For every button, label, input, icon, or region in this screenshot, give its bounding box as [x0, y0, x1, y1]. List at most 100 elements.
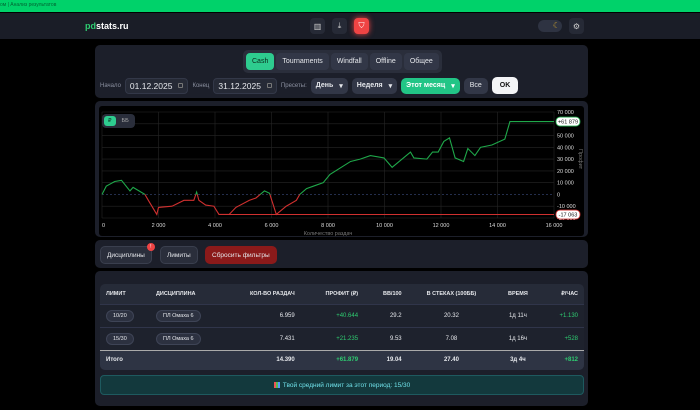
stats-button[interactable]: ▥: [310, 18, 325, 34]
limits-button[interactable]: Лимиты: [160, 246, 198, 264]
col-stacks: В СТЕКАХ (100ББ): [426, 290, 477, 297]
profit-chart: 70 00060 00050 00040 00030 00020 00010 0…: [99, 106, 584, 237]
bb100-cell: 9.53: [364, 326, 408, 350]
tab-cash[interactable]: Cash: [246, 53, 275, 70]
average-limit-text: Твой средний лимит за этот период: 15/30: [282, 381, 411, 389]
start-label: Начало: [100, 82, 121, 89]
end-label: Конец: [192, 82, 210, 89]
preset-week-select[interactable]: Неделя ▾: [351, 77, 398, 94]
y-tick-label: -10 000: [557, 204, 576, 210]
table-row[interactable]: 15/30 ПЛ Омаха 6 7.431 +21.235 9.53 7.08…: [100, 326, 584, 350]
y-tick-label: 10 000: [557, 181, 574, 187]
end-date-input[interactable]: 31.12.2025: [213, 77, 277, 94]
col-profit: ПРОФИТ (₽): [325, 290, 359, 297]
tab-windfall[interactable]: Windfall: [330, 53, 368, 70]
admin-button[interactable]: ⛉: [354, 18, 369, 34]
calendar-icon: [178, 83, 184, 88]
disciplines-button[interactable]: Дисциплины !: [100, 243, 155, 264]
total-bb100: 19.04: [364, 349, 408, 370]
x-tick-label: 16 000: [546, 223, 563, 229]
import-button[interactable]: ⤓: [332, 18, 347, 34]
discipline-pill[interactable]: ПЛ Омаха 6: [156, 332, 201, 345]
browser-title: ом | Анализ результатов: [0, 2, 57, 8]
bb100-cell: 29.2: [364, 303, 408, 327]
chevron-down-icon: ▾: [339, 82, 343, 90]
col-per-hour: ₽/ЧАС: [561, 290, 578, 297]
unit-rub-button[interactable]: ₽: [104, 116, 116, 126]
x-tick-label: 4 000: [208, 223, 222, 229]
limit-pill[interactable]: 15/30: [106, 332, 134, 345]
chart-panel: 70 00060 00050 00040 00030 00020 00010 0…: [95, 101, 588, 237]
chevron-down-icon: ▾: [388, 82, 393, 90]
theme-toggle[interactable]: ☾: [538, 20, 562, 32]
x-tick-label: 10 000: [376, 223, 393, 229]
y-tick-label: 40 000: [557, 145, 574, 151]
preset-month-select[interactable]: Этот месяц ▾: [401, 77, 460, 94]
col-discipline: ДИСЦИПЛИНА: [156, 290, 196, 297]
total-row: Итого 14.390 +61.879 19.04 27.40 3д 4ч +…: [100, 349, 584, 370]
calendar-icon: [266, 83, 272, 88]
tab-offline[interactable]: Offline: [369, 53, 402, 70]
y-tick-label: 70 000: [557, 110, 574, 116]
stacks-cell: 7.08: [407, 326, 496, 350]
preset-day-select[interactable]: День ▾: [310, 77, 348, 94]
hands-cell: 6.959: [220, 303, 301, 327]
settings-button[interactable]: ⚙: [569, 18, 584, 34]
results-panel: ЛИМИТ ДИСЦИПЛИНА КОЛ-ВО РАЗДАЧ ПРОФИТ (₽…: [95, 271, 588, 406]
chart-emoji-icon: [273, 382, 280, 388]
per-hour-cell: +528: [540, 326, 584, 350]
download-icon: ⤓: [337, 21, 342, 30]
y-tick-label: 50 000: [557, 134, 574, 140]
table-header: ЛИМИТ ДИСЦИПЛИНА КОЛ-ВО РАЗДАЧ ПРОФИТ (₽…: [100, 284, 584, 304]
y-axis-label: Профит: [577, 149, 583, 170]
hands-cell: 7.431: [220, 326, 301, 350]
max-label: +61 879: [558, 120, 578, 126]
col-limit: ЛИМИТ: [106, 290, 126, 297]
reset-filters-button[interactable]: Сбросить фильтры: [205, 246, 277, 264]
tab-total[interactable]: Общее: [403, 53, 439, 70]
limit-pill[interactable]: 10/20: [106, 309, 134, 322]
moon-icon: ☾: [552, 21, 560, 30]
total-per-hour: +812: [540, 349, 584, 370]
ok-button[interactable]: OK: [491, 77, 519, 94]
col-bb100: BB/100: [382, 290, 402, 297]
average-limit-banner: Твой средний лимит за этот период: 15/30: [100, 375, 584, 395]
x-tick-label: 12 000: [433, 223, 450, 229]
time-cell: 1д 11ч: [495, 303, 541, 327]
chevron-down-icon: ▾: [451, 82, 455, 90]
profit-chart-svg: 70 00060 00050 00040 00030 00020 00010 0…: [101, 110, 583, 237]
filter-panel: Cash Tournaments Windfall Offline Общее …: [95, 45, 588, 98]
results-table: ЛИМИТ ДИСЦИПЛИНА КОЛ-ВО РАЗДАЧ ПРОФИТ (₽…: [100, 284, 584, 370]
total-stacks: 27.40: [407, 349, 496, 370]
total-time: 3д 4ч: [495, 349, 541, 370]
disciplines-badge: !: [146, 243, 155, 251]
filter-buttons-panel: Дисциплины ! Лимиты Сбросить фильтры: [95, 240, 588, 268]
shield-icon: ⛉: [358, 21, 365, 30]
col-time: ВРЕМЯ: [507, 290, 528, 297]
logo[interactable]: pdstats.ru: [85, 21, 129, 31]
per-hour-cell: +1.130: [540, 303, 584, 327]
y-tick-label: 0: [557, 192, 560, 198]
game-type-tabs: Cash Tournaments Windfall Offline Общее: [243, 50, 442, 73]
y-tick-label: 20 000: [557, 169, 574, 175]
x-tick-label: 2 000: [152, 223, 166, 229]
start-date-input[interactable]: 01.12.2025: [124, 77, 189, 94]
presets-label: Пресеты:: [280, 82, 307, 89]
x-tick-label: 6 000: [265, 223, 279, 229]
browser-title-bar: ом | Анализ результатов: [0, 0, 700, 12]
discipline-pill[interactable]: ПЛ Омаха 6: [156, 309, 201, 322]
table-row[interactable]: 10/20 ПЛ Омаха 6 6.959 +40.644 29.2 20.3…: [100, 303, 584, 327]
x-tick-label: 8 000: [321, 223, 335, 229]
gear-icon: ⚙: [572, 21, 581, 31]
x-tick-label: 14 000: [489, 223, 506, 229]
tab-tournaments[interactable]: Tournaments: [276, 53, 329, 70]
x-tick-label: 0: [102, 223, 105, 229]
unit-bb-button[interactable]: ББ: [118, 116, 133, 126]
all-button[interactable]: Все: [463, 77, 488, 94]
app-header: pdstats.ru ▥ ⤓ ⛉ ☾ ⚙: [0, 13, 700, 39]
profit-cell: +21.235: [300, 326, 365, 350]
profit-cell: +40.644: [300, 303, 365, 327]
min-label: -17 063: [559, 213, 578, 219]
stacks-cell: 20.32: [407, 303, 496, 327]
total-profit: +61.879: [300, 349, 365, 370]
